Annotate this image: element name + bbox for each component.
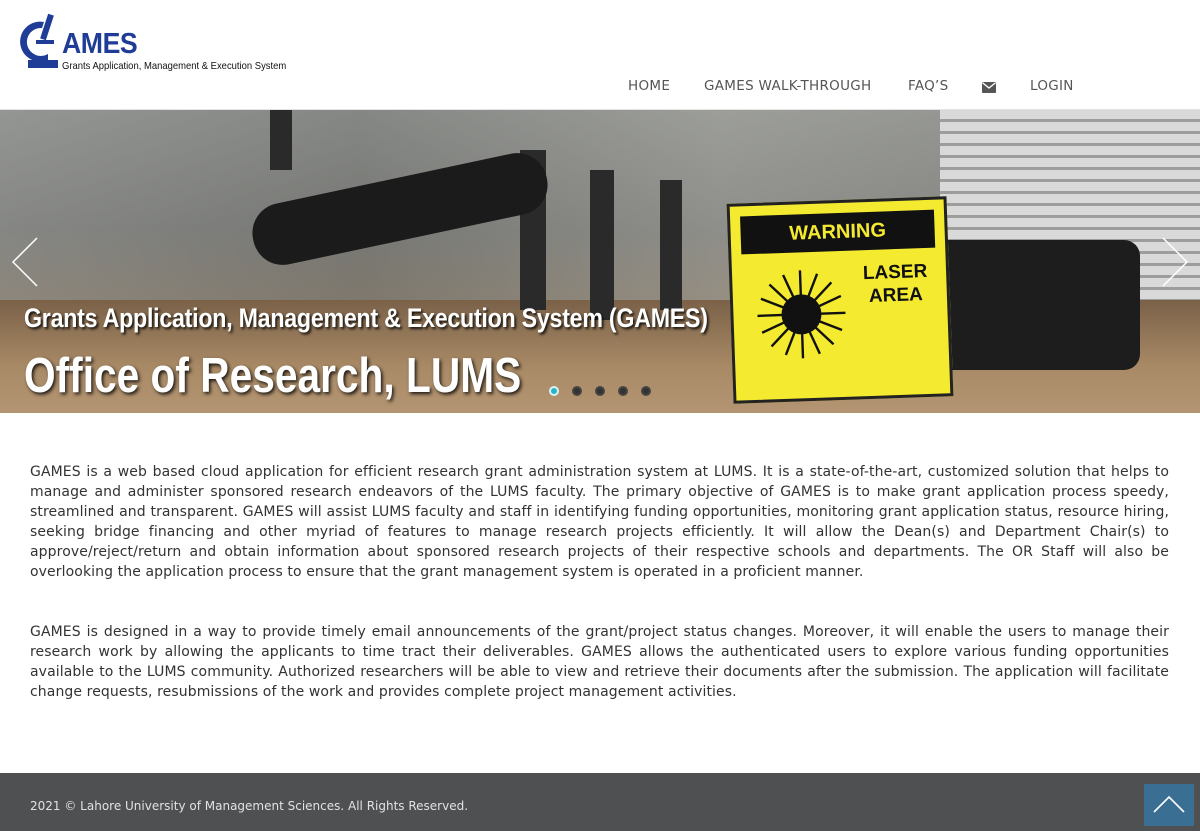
site-header: AMES Grants Application, Management & Ex…: [0, 0, 1200, 110]
hero-caption-title: Grants Application, Management & Executi…: [24, 303, 708, 333]
copyright-text: 2021 © Lahore University of Management S…: [30, 799, 469, 813]
hero-lab-post: [590, 170, 614, 320]
warning-text: LASER AREA: [850, 259, 942, 308]
microscope-logo-icon: [20, 13, 58, 68]
warning-text-line2: AREA: [868, 284, 924, 307]
slider-dot[interactable]: [549, 386, 559, 396]
intro-paragraph-2: GAMES is designed in a way to provide ti…: [30, 624, 1169, 700]
envelope-icon[interactable]: [982, 81, 996, 97]
logo-tagline: Grants Application, Management & Executi…: [62, 60, 287, 72]
laser-hazard-icon: [757, 270, 846, 359]
nav-login-link[interactable]: LOGIN: [1030, 78, 1074, 94]
chevron-right-icon[interactable]: [1160, 236, 1190, 288]
intro-content: GAMES is a web based cloud application f…: [30, 462, 1169, 702]
nav-faq-link[interactable]: FAQ’S: [908, 78, 949, 94]
intro-paragraph-1: GAMES is a web based cloud application f…: [30, 464, 1169, 580]
warning-text-line1: LASER: [862, 260, 928, 285]
nav-home-link[interactable]: HOME: [628, 78, 670, 94]
site-footer: 2021 © Lahore University of Management S…: [0, 773, 1200, 831]
logo-wordmark: AMES: [62, 28, 138, 60]
chevron-left-icon[interactable]: [10, 236, 40, 288]
games-logo[interactable]: AMES Grants Application, Management & Ex…: [14, 10, 314, 72]
hero-slider: WARNING LASER AREA Grants Application, M…: [0, 110, 1200, 413]
slider-dot[interactable]: [641, 386, 651, 396]
nav-walkthrough-link[interactable]: GAMES WALK-THROUGH: [704, 78, 871, 94]
back-to-top-button[interactable]: [1144, 784, 1194, 826]
slider-dot[interactable]: [595, 386, 605, 396]
warning-sign: WARNING LASER AREA: [726, 196, 954, 404]
hero-lab-post: [270, 110, 292, 170]
main-nav: HOME GAMES WALK-THROUGH FAQ’S LOGIN: [0, 78, 1200, 100]
warning-banner: WARNING: [740, 209, 936, 255]
slider-dot[interactable]: [618, 386, 628, 396]
hero-caption-subtitle: Office of Research, LUMS: [24, 349, 522, 403]
slider-dot[interactable]: [572, 386, 582, 396]
chevron-up-icon: [1153, 795, 1185, 813]
hero-lab-post: [660, 180, 682, 310]
